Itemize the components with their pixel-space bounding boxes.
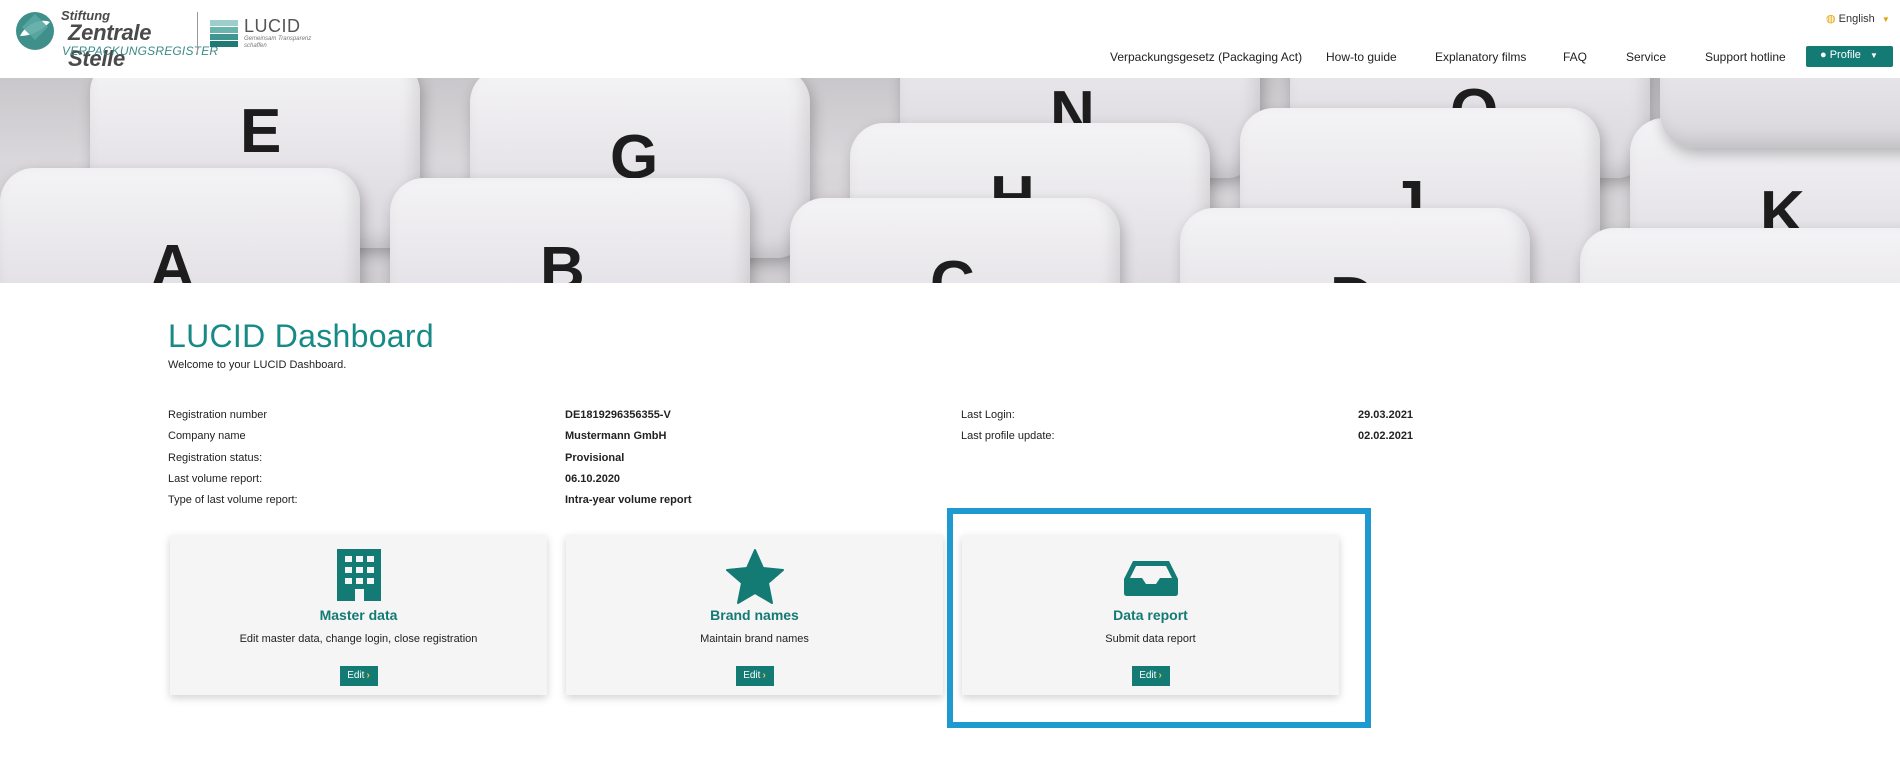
info-value-registration-number: DE1819296356355-V: [565, 409, 671, 421]
lucid-logo-name: LUCID: [244, 16, 301, 36]
nav-how-to-guide[interactable]: How-to guide: [1326, 50, 1397, 64]
card-brand-names: Brand names Maintain brand names Edit ›: [566, 535, 943, 695]
language-label: English: [1838, 13, 1875, 25]
info-value-type-of-last-volume-report: Intra-year volume report: [565, 494, 692, 506]
nav-packaging-act[interactable]: Verpackungsgesetz (Packaging Act): [1110, 50, 1302, 64]
site-header: Stiftung Zentrale Stelle VERPACKUNGSREGI…: [0, 0, 1900, 78]
chevron-right-icon: ›: [762, 670, 766, 681]
logo-text-verpackungsregister: VERPACKUNGSREGISTER: [62, 44, 219, 58]
profile-button[interactable]: ● Profile ▼: [1806, 46, 1893, 67]
profile-label: Profile: [1829, 49, 1861, 61]
zentrale-stelle-logo[interactable]: Stiftung Zentrale Stelle VERPACKUNGSREGI…: [14, 8, 218, 71]
info-value-last-volume-report: 06.10.2020: [565, 473, 621, 485]
info-value-last-profile-update: 02.02.2021: [1358, 430, 1414, 442]
card-master-data: Master data Edit master data, change log…: [170, 535, 547, 695]
logo-divider: [197, 12, 198, 54]
info-label-type-of-last-volume-report: Type of last volume report:: [168, 494, 298, 506]
info-label-last-login: Last Login:: [961, 409, 1015, 421]
info-label-registration-number: Registration number: [168, 409, 268, 421]
info-label-last-volume-report: Last volume report:: [168, 473, 263, 485]
banner-key: [1660, 78, 1900, 148]
edit-brand-names-button[interactable]: Edit ›: [735, 666, 774, 686]
card-title: Brand names: [710, 607, 799, 623]
banner-key: [1580, 228, 1900, 283]
info-value-company-name: Mustermann GmbH: [565, 430, 667, 442]
star-icon: [725, 549, 784, 604]
user-icon: ●: [1820, 49, 1827, 61]
info-label-registration-status: Registration status:: [168, 452, 263, 464]
caret-down-icon: ▼: [1881, 15, 1890, 24]
info-value-registration-status: Provisional: [565, 452, 625, 464]
highlight-frame: [947, 508, 1371, 728]
lucid-logo-mark: [210, 20, 238, 47]
page-title: LUCID Dashboard: [168, 318, 434, 354]
language-selector[interactable]: ◍ English ▼: [1826, 12, 1890, 25]
nav-explanatory-films[interactable]: Explanatory films: [1435, 50, 1526, 64]
globe-icon: ◍: [1826, 13, 1836, 25]
building-icon: [336, 549, 381, 601]
card-description: Maintain brand names: [700, 633, 809, 645]
nav-support-hotline[interactable]: Support hotline: [1705, 50, 1786, 64]
info-label-last-profile-update: Last profile update:: [961, 430, 1055, 442]
hero-banner-keyboard-image: E G N O A B H C J K D: [0, 78, 1900, 283]
banner-key: D: [1180, 208, 1530, 283]
card-description: Edit master data, change login, close re…: [239, 633, 478, 645]
info-label-company-name: Company name: [168, 430, 246, 442]
banner-key: A: [0, 168, 360, 283]
welcome-text: Welcome to your LUCID Dashboard.: [168, 359, 347, 371]
zentrale-stelle-logo-mark: [16, 12, 54, 50]
caret-down-icon: ▼: [1869, 51, 1878, 60]
edit-master-data-button[interactable]: Edit ›: [339, 666, 378, 686]
lucid-logo-tagline: Gemeinsam Transparenz schaffen: [244, 36, 312, 49]
nav-service[interactable]: Service: [1626, 50, 1666, 64]
banner-key: C: [790, 198, 1120, 283]
nav-faq[interactable]: FAQ: [1563, 50, 1587, 64]
info-value-last-login: 29.03.2021: [1358, 409, 1414, 421]
banner-key: B: [390, 178, 750, 283]
lucid-logo[interactable]: LUCID Gemeinsam Transparenz schaffen: [208, 14, 328, 54]
card-title: Master data: [319, 607, 398, 623]
chevron-right-icon: ›: [366, 670, 370, 681]
